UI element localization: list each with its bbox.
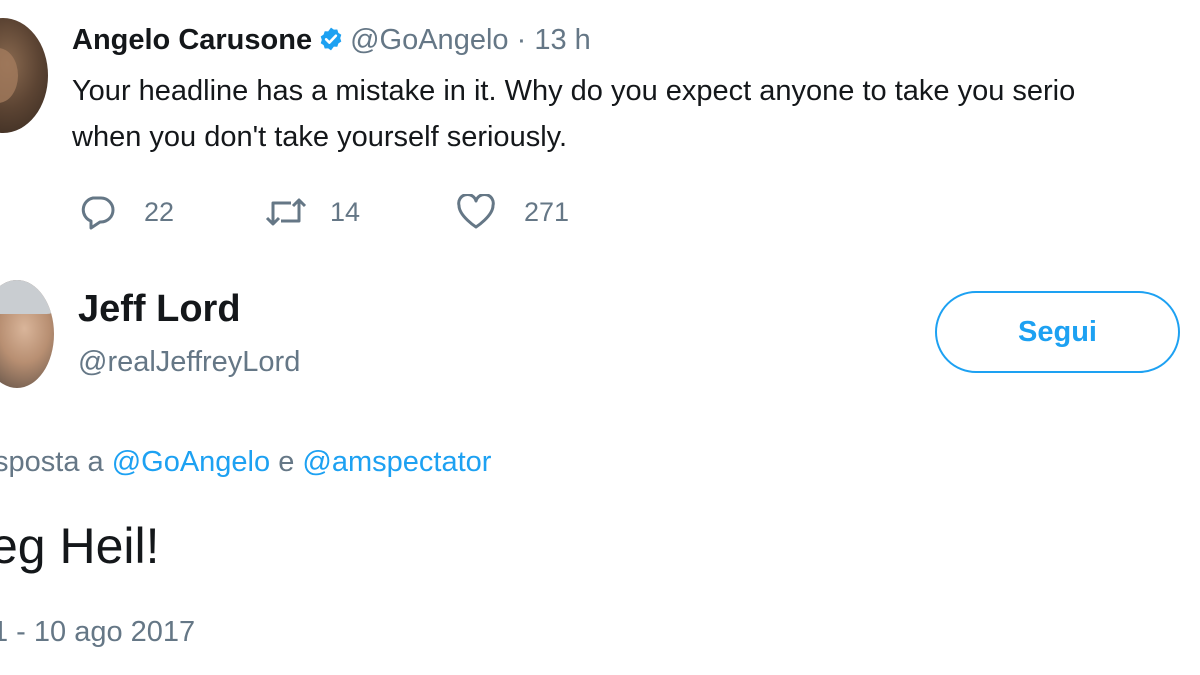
mention-link-goangelo[interactable]: @GoAngelo <box>112 446 270 478</box>
replying-to-conjunction: e <box>278 446 295 478</box>
tweet-time[interactable]: 13 h <box>534 24 590 56</box>
author-handle[interactable]: @GoAngelo <box>350 24 508 56</box>
tweet-thread-view: Angelo Carusone @GoAngelo · 13 h Your hea… <box>0 0 1200 675</box>
reply-tweet-text-line-2: when you don't take yourself seriously. <box>72 121 568 153</box>
reply-tweet-text: Your headline has a mistake in it. Why d… <box>72 68 1200 160</box>
reply-tweet-actions: 22 14 271 <box>78 190 638 234</box>
like-count: 271 <box>524 196 570 227</box>
replying-to-line: sposta a @GoAngelo e @amspectator <box>0 442 491 482</box>
verified-badge-icon <box>318 23 344 63</box>
avatar-face <box>0 48 18 103</box>
separator-dot: · <box>516 24 527 56</box>
follow-button[interactable]: Segui <box>935 291 1180 373</box>
author-name[interactable]: Angelo Carusone <box>72 24 312 56</box>
retweet-icon <box>264 195 308 229</box>
heart-icon <box>456 194 496 230</box>
main-tweet-text: eg Heil! <box>0 518 160 574</box>
reply-count: 22 <box>144 196 175 227</box>
like-action[interactable]: 271 <box>456 190 569 234</box>
main-author-handle[interactable]: @realJeffreyLord <box>78 342 300 382</box>
main-tweet-timestamp[interactable]: 1 - 10 ago 2017 <box>0 612 195 652</box>
avatar-hair <box>0 280 54 314</box>
reply-action[interactable]: 22 <box>78 190 174 234</box>
retweet-action[interactable]: 14 <box>264 190 360 234</box>
main-author-name[interactable]: Jeff Lord <box>78 286 241 332</box>
mention-link-amspectator[interactable]: @amspectator <box>302 446 491 478</box>
reply-tweet-text-line-1: Your headline has a mistake in it. Why d… <box>72 75 1076 107</box>
reply-tweet-header: Angelo Carusone @GoAngelo · 13 h <box>72 20 591 63</box>
avatar-jeff-lord[interactable] <box>0 280 54 388</box>
replying-to-prefix: sposta a <box>0 446 104 478</box>
retweet-count: 14 <box>330 196 361 227</box>
avatar-angelo-carusone[interactable] <box>0 18 48 133</box>
reply-icon <box>78 194 116 230</box>
